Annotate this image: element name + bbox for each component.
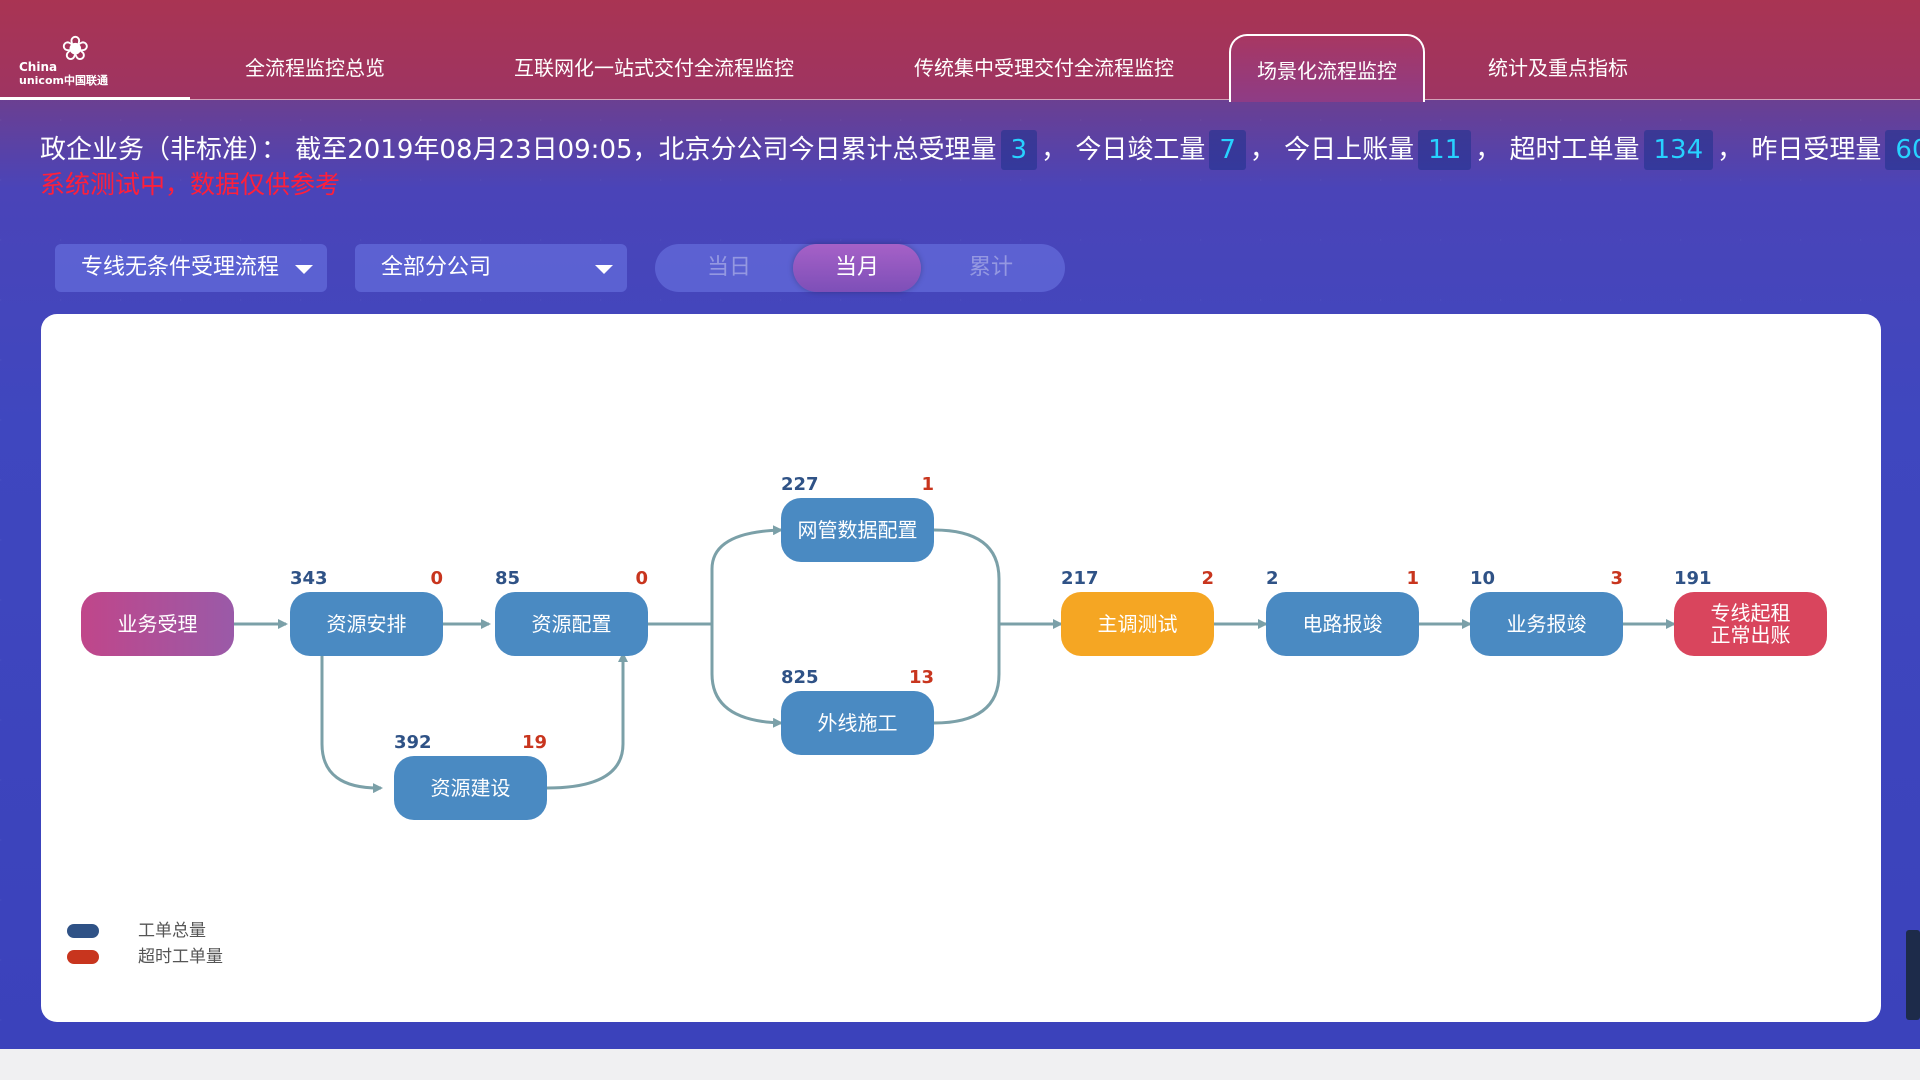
flow-node-total-count: 217 xyxy=(1061,568,1099,589)
summary-sep3: ， 超时工单量 xyxy=(1475,135,1640,165)
flow-node-label: 外线施工 xyxy=(818,711,898,735)
tab-scenario-process[interactable]: 场景化流程监控 xyxy=(1229,34,1425,102)
logo-text-line2: unicom中国联通 xyxy=(19,74,108,87)
flow-node-n10[interactable]: 专线起租正常出账 191 xyxy=(1674,568,1827,656)
flow-panel: 业务受理 资源安排 343 0 资源配置 85 0 资源建设 392 19 网管数据配置 227 1 外线… xyxy=(41,314,1881,1022)
summary-sep1: ， 今日竣工量 xyxy=(1041,135,1206,165)
summary-line: 政企业务（非标准）： 截至2019年08月23日09:05，北京分公司今日累计总… xyxy=(40,130,1920,170)
flow-node-label: 资源建设 xyxy=(431,776,511,800)
completed-today-value: 7 xyxy=(1209,130,1246,170)
flow-node-overtime-count: 3 xyxy=(1610,568,1623,589)
china-unicom-logo[interactable]: ❀ China unicom中国联通 xyxy=(17,29,127,87)
flow-node-overtime-count: 1 xyxy=(1406,568,1419,589)
period-month[interactable]: 当月 xyxy=(793,244,921,292)
flow-node-total-count: 392 xyxy=(394,732,432,753)
flow-node-n2[interactable]: 资源安排 343 0 xyxy=(290,568,443,656)
flow-node-label: 业务受理 xyxy=(118,612,198,636)
nav-divider xyxy=(0,99,1920,100)
tab-statistics[interactable]: 统计及重点指标 xyxy=(1488,52,1628,84)
flow-connectors xyxy=(234,525,1676,794)
connector-arrange-to-build xyxy=(320,650,383,794)
flow-node-n9[interactable]: 业务报竣 10 3 xyxy=(1470,568,1623,656)
legend-overtime-swatch xyxy=(67,950,99,964)
period-today[interactable]: 当日 xyxy=(665,244,793,292)
flow-node-overtime-count: 13 xyxy=(909,667,934,688)
flow-node-total-count: 85 xyxy=(495,568,520,589)
connector-outside-to-join xyxy=(933,624,1001,725)
flow-node-label: 电路报竣 xyxy=(1303,612,1383,636)
flow-node-n7[interactable]: 主调测试 217 2 xyxy=(1061,568,1214,656)
test-warning-text: 系统测试中，数据仅供参考 xyxy=(40,170,341,199)
flow-node-total-count: 191 xyxy=(1674,568,1712,589)
tab-internet-one-stop[interactable]: 互联网化一站式交付全流程监控 xyxy=(514,52,794,84)
legend-total-swatch xyxy=(67,924,99,938)
flow-node-total-count: 10 xyxy=(1470,568,1495,589)
process-flow-diagram: 业务受理 资源安排 343 0 资源配置 85 0 资源建设 392 19 网管数据配置 227 1 外线… xyxy=(67,474,1827,967)
connector-netmgmt-to-join xyxy=(933,528,1001,624)
flow-node-overtime-count: 0 xyxy=(430,568,443,589)
flow-node-label: 网管数据配置 xyxy=(798,518,918,542)
flow-node-total-count: 2 xyxy=(1266,568,1279,589)
accepted-yesterday-value: 60 xyxy=(1885,130,1920,170)
flow-node-label: 正常出账 xyxy=(1711,623,1791,647)
legend-total-label: 工单总量 xyxy=(138,921,206,941)
summary-sep2: ， 今日上账量 xyxy=(1249,135,1415,165)
flow-node-n1[interactable]: 业务受理 xyxy=(81,592,234,656)
flow-node-n3[interactable]: 资源配置 85 0 xyxy=(495,568,648,656)
connector-build-to-config xyxy=(546,652,628,790)
flow-node-label: 资源配置 xyxy=(532,612,612,636)
scrollbar-handle[interactable] xyxy=(1906,930,1920,1020)
legend: 工单总量 超时工单量 xyxy=(67,921,223,967)
branch-select[interactable]: 全部分公司 xyxy=(355,244,627,292)
tab-overview[interactable]: 全流程监控总览 xyxy=(245,52,385,84)
flow-node-overtime-count: 1 xyxy=(921,474,934,495)
flow-node-overtime-count: 19 xyxy=(522,732,547,753)
connector-split-to-outside xyxy=(710,624,783,728)
flow-node-label: 资源安排 xyxy=(327,612,407,636)
summary-prefix: 政企业务（非标准）： 截至2019年08月23日09:05，北京分公司今日累计总… xyxy=(40,135,997,165)
flow-node-total-count: 343 xyxy=(290,568,328,589)
flow-node-label: 主调测试 xyxy=(1098,612,1178,636)
bottom-strip xyxy=(0,1049,1920,1080)
billed-today-value: 11 xyxy=(1418,130,1472,170)
flow-node-n5[interactable]: 网管数据配置 227 1 xyxy=(781,474,934,562)
overtime-value: 134 xyxy=(1643,130,1714,170)
total-accepted-value: 3 xyxy=(1000,130,1038,170)
tab-traditional-centralized[interactable]: 传统集中受理交付全流程监控 xyxy=(914,52,1174,84)
top-navigation-bar: ❀ China unicom中国联通 全流程监控总览 互联网化一站式交付全流程监… xyxy=(0,0,1920,102)
flow-node-n8[interactable]: 电路报竣 2 1 xyxy=(1266,568,1419,656)
process-select-value: 专线无条件受理流程 xyxy=(81,255,280,280)
flow-node-label: 专线起租 xyxy=(1711,601,1791,625)
unicom-knot-icon: ❀ xyxy=(61,29,90,69)
flow-node-total-count: 227 xyxy=(781,474,819,495)
legend-overtime-label: 超时工单量 xyxy=(138,947,223,967)
connector-split-to-netmgmt xyxy=(710,525,783,624)
dashboard-app: ❀ China unicom中国联通 全流程监控总览 互联网化一站式交付全流程监… xyxy=(0,0,1920,1049)
flow-node-n6[interactable]: 外线施工 825 13 xyxy=(781,667,934,755)
flow-node-overtime-count: 2 xyxy=(1201,568,1214,589)
summary-sep4: ， 昨日受理量 xyxy=(1717,135,1882,165)
flow-nodes: 业务受理 资源安排 343 0 资源配置 85 0 资源建设 392 19 网管数据配置 227 1 外线… xyxy=(81,474,1827,820)
chevron-down-icon xyxy=(295,265,313,274)
flow-node-n4[interactable]: 资源建设 392 19 xyxy=(394,732,547,820)
process-select[interactable]: 专线无条件受理流程 xyxy=(55,244,327,292)
period-toggle: 当日 当月 累计 xyxy=(655,244,1065,292)
branch-select-value: 全部分公司 xyxy=(381,255,492,280)
flow-node-total-count: 825 xyxy=(781,667,819,688)
flow-node-label: 业务报竣 xyxy=(1507,612,1587,636)
period-cumulative[interactable]: 累计 xyxy=(927,244,1055,292)
flow-node-overtime-count: 0 xyxy=(635,568,648,589)
chevron-down-icon xyxy=(595,265,613,274)
